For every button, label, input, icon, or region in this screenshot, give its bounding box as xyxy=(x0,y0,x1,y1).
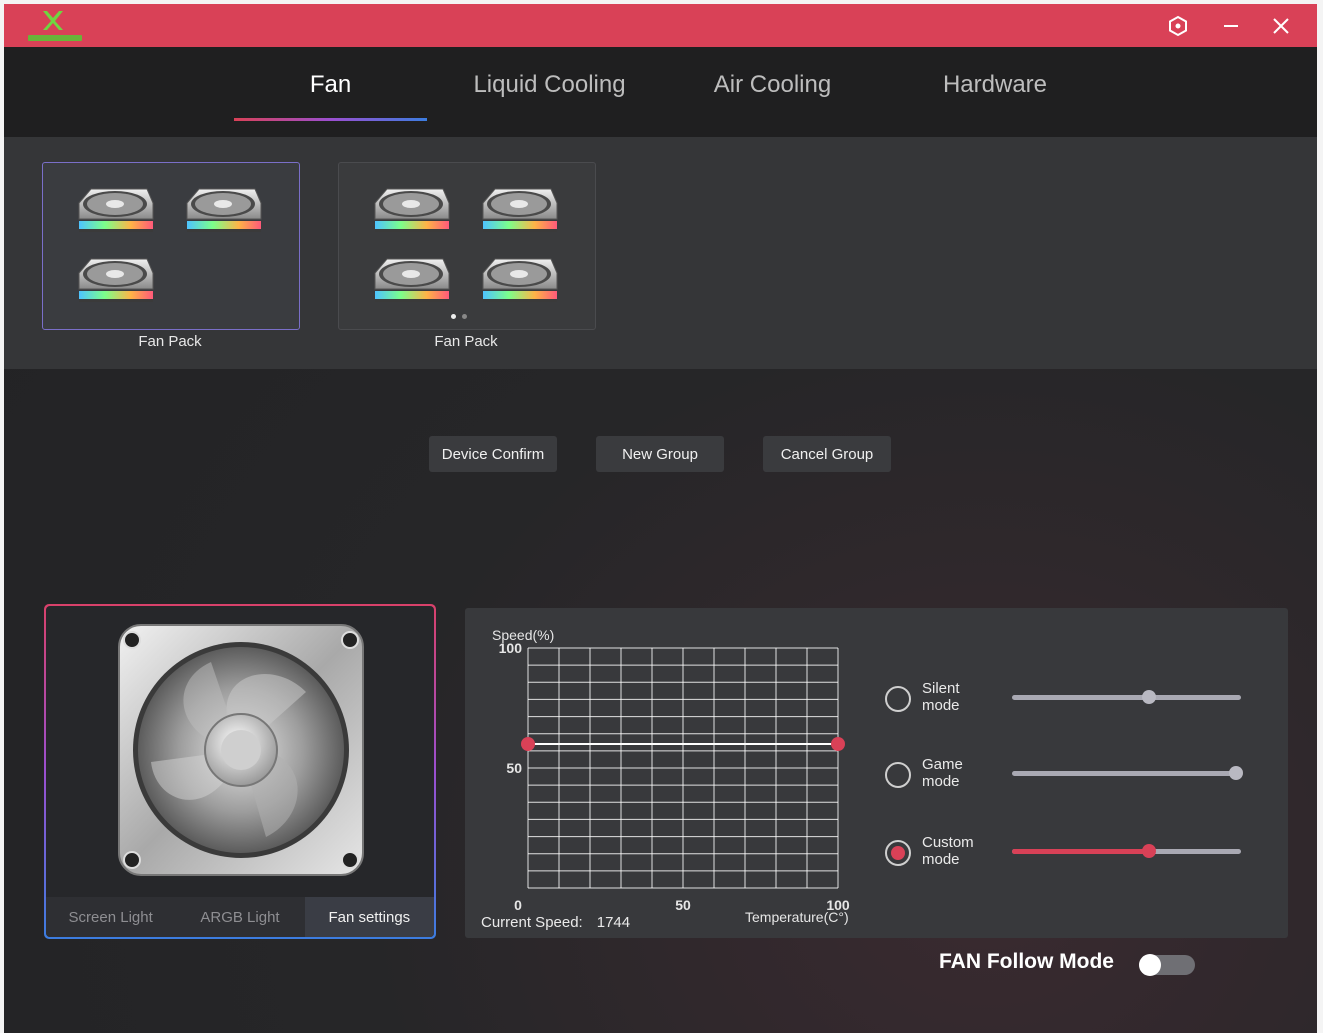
curve-point[interactable] xyxy=(521,737,535,751)
slider-fill xyxy=(1012,849,1150,854)
chart-grid xyxy=(527,647,839,889)
minimize-button[interactable] xyxy=(1216,12,1246,40)
settings-button[interactable] xyxy=(1163,12,1193,40)
device-confirm-button[interactable]: Device Confirm xyxy=(429,436,557,472)
fan-icon xyxy=(477,185,561,237)
tab-fan-settings[interactable]: Fan settings xyxy=(304,897,434,937)
app-window: Fan Liquid Cooling Air Cooling Hardware … xyxy=(4,4,1317,1033)
page-dots[interactable] xyxy=(451,314,467,319)
game-mode-label: Game mode xyxy=(922,756,963,790)
fan-icon xyxy=(181,185,265,237)
fan-curve-panel: Speed(%) Temperature(C°) 100 50 0 50 100 Cur… xyxy=(465,608,1288,938)
chart-ticks: 100 50 0 50 100 xyxy=(499,640,850,913)
app-logo xyxy=(28,8,82,44)
fan-group-label-1: Fan Pack xyxy=(138,333,202,350)
tab-hardware[interactable]: Hardware xyxy=(897,71,1093,99)
fan-curve-chart[interactable]: Speed(%) Temperature(C°) 100500 50 100 xyxy=(465,608,885,938)
fan-icon xyxy=(73,255,157,307)
game-mode-radio[interactable] xyxy=(885,762,911,788)
custom-mode-radio[interactable] xyxy=(885,840,911,866)
slider-knob[interactable] xyxy=(1229,766,1244,780)
silent-mode-radio[interactable] xyxy=(885,686,911,712)
current-speed-value: 1744 xyxy=(596,914,631,931)
settings-icon xyxy=(1169,15,1187,37)
cancel-group-button[interactable]: Cancel Group xyxy=(763,436,891,472)
close-icon xyxy=(1273,18,1289,34)
tab-air-cooling[interactable]: Air Cooling xyxy=(674,71,871,99)
silent-mode-slider[interactable] xyxy=(1012,690,1241,704)
silent-mode-label: Silent mode xyxy=(922,680,960,714)
game-mode-slider[interactable] xyxy=(1012,766,1244,780)
new-group-button[interactable]: New Group xyxy=(596,436,724,472)
fan-preview-panel: Screen Light ARGB Light Fan settings xyxy=(44,604,436,939)
slider-knob[interactable] xyxy=(1142,690,1157,704)
fan-image xyxy=(118,624,364,876)
page-dot[interactable] xyxy=(462,314,467,319)
fan-icon xyxy=(369,185,453,237)
title-bar xyxy=(4,4,1317,47)
fan-group-card-1[interactable] xyxy=(42,162,300,330)
preview-tab-bar: Screen Light ARGB Light Fan settings xyxy=(46,897,434,937)
custom-mode-label: Custom mode xyxy=(922,834,974,868)
fan-follow-mode-label: FAN Follow Mode xyxy=(939,950,1114,973)
custom-mode-slider[interactable] xyxy=(1012,844,1241,858)
fan-groups-strip: Fan Pack Fan Pack xyxy=(4,137,1317,369)
x-tick-label: 100 xyxy=(826,897,850,913)
x-tick-label: 50 xyxy=(675,897,691,913)
slider-knob[interactable] xyxy=(1142,844,1157,858)
curve-point[interactable] xyxy=(831,737,845,751)
tab-argb-light[interactable]: ARGB Light xyxy=(175,897,304,937)
tab-fan[interactable]: Fan xyxy=(234,71,427,99)
y-tick-label: 50 xyxy=(506,760,522,776)
fan-icon xyxy=(477,255,561,307)
minimize-icon xyxy=(1224,25,1238,27)
toggle-knob xyxy=(1139,954,1161,976)
current-speed-label: Current Speed: xyxy=(481,914,583,931)
fan-icon xyxy=(73,185,157,237)
tab-liquid-cooling[interactable]: Liquid Cooling xyxy=(452,71,647,99)
main-nav: Fan Liquid Cooling Air Cooling Hardware xyxy=(4,47,1317,137)
fan-group-label-2: Fan Pack xyxy=(434,333,498,350)
fan-follow-mode-toggle[interactable] xyxy=(1139,954,1195,976)
x-tick-label: 0 xyxy=(514,897,522,913)
y-tick-label: 100 xyxy=(499,640,523,656)
fan-group-card-2[interactable] xyxy=(338,162,596,330)
close-button[interactable] xyxy=(1266,12,1296,40)
active-tab-indicator xyxy=(234,118,427,121)
page-dot-active[interactable] xyxy=(451,314,456,319)
fan-icon xyxy=(369,255,453,307)
current-speed-readout: Current Speed: 1744 xyxy=(481,914,630,931)
tab-screen-light[interactable]: Screen Light xyxy=(46,897,175,937)
